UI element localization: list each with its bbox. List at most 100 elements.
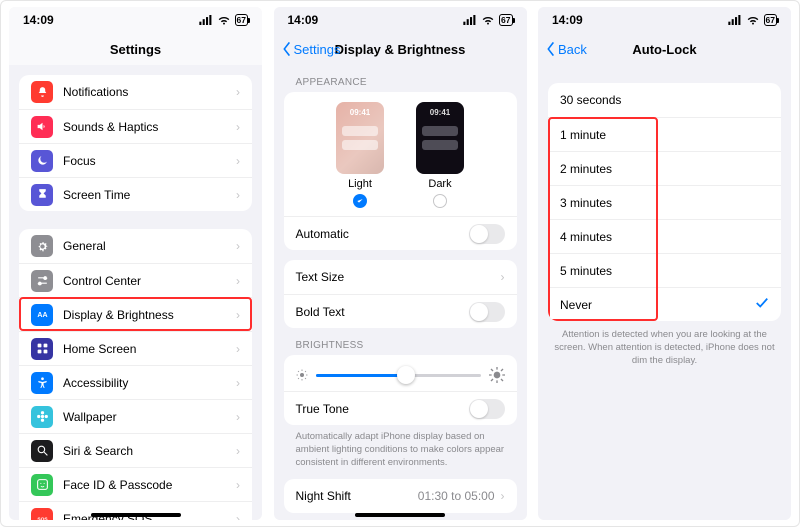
dark-label: Dark — [428, 178, 451, 190]
aa-icon: AA — [31, 304, 53, 326]
cellular-icon — [463, 15, 477, 25]
nav-bar: Back Auto-Lock — [538, 33, 791, 65]
appearance-dark[interactable]: 09:41 Dark — [416, 102, 464, 208]
option-label: 5 minutes — [560, 264, 612, 278]
row-label: Home Screen — [63, 342, 136, 356]
night-shift-row[interactable]: Night Shift 01:30 to 05:00 › — [284, 479, 517, 513]
chevron-right-icon: › — [501, 489, 505, 503]
wifi-icon — [746, 15, 760, 25]
chevron-right-icon: › — [236, 274, 240, 288]
option-label: 30 seconds — [560, 93, 621, 107]
access-icon — [31, 372, 53, 394]
search-icon — [31, 440, 53, 462]
brightness-slider[interactable] — [316, 365, 481, 385]
chevron-left-icon — [282, 42, 292, 56]
page-title: Settings — [110, 42, 161, 57]
settings-row-accessibility[interactable]: Accessibility› — [19, 365, 252, 399]
gear-icon — [31, 235, 53, 257]
status-bar: 14:09 67 — [9, 7, 262, 33]
switches-icon — [31, 270, 53, 292]
back-button[interactable]: Settings — [282, 33, 341, 65]
settings-row-control-center[interactable]: Control Center › — [19, 263, 252, 297]
light-preview: 09:41 — [336, 102, 384, 174]
flower-icon — [31, 406, 53, 428]
chevron-right-icon: › — [236, 342, 240, 356]
checkmark-icon — [353, 194, 367, 208]
autolock-option[interactable]: 3 minutes — [548, 185, 781, 219]
chevron-right-icon: › — [236, 444, 240, 458]
chevron-right-icon: › — [236, 239, 240, 253]
settings-row-siri-search[interactable]: Siri & Search› — [19, 433, 252, 467]
brightness-header: BRIGHTNESS — [274, 328, 527, 355]
bold-toggle[interactable] — [469, 302, 505, 322]
night-shift-value: 01:30 to 05:00 — [418, 489, 495, 503]
brightness-group: True Tone — [284, 355, 517, 425]
settings-row-face-id-passcode[interactable]: Face ID & Passcode› — [19, 467, 252, 501]
svg-text:AA: AA — [37, 312, 47, 319]
text-size-row[interactable]: Text Size › — [284, 260, 517, 294]
back-label: Back — [558, 42, 587, 57]
autolock-option[interactable]: 5 minutes — [548, 253, 781, 287]
display-body: APPEARANCE 09:41 Light 09:41 — [274, 65, 527, 520]
night-shift-group: Night Shift 01:30 to 05:00 › — [284, 479, 517, 513]
status-time: 14:09 — [288, 13, 319, 27]
autolock-option[interactable]: 1 minute — [548, 117, 781, 151]
automatic-row[interactable]: Automatic — [284, 216, 517, 250]
chevron-right-icon: › — [236, 512, 240, 521]
automatic-toggle[interactable] — [469, 224, 505, 244]
autolock-option[interactable]: 4 minutes — [548, 219, 781, 253]
row-label: Control Center — [63, 274, 141, 288]
phone-auto-lock: 14:09 67 Back Auto-Lock 30 seconds1 minu… — [538, 7, 791, 520]
settings-row-screen-time[interactable]: Screen Time › — [19, 177, 252, 211]
settings-row-emergency-sos[interactable]: SOSEmergency SOS› — [19, 501, 252, 520]
page-title: Display & Brightness — [335, 42, 466, 57]
settings-row-wallpaper[interactable]: Wallpaper› — [19, 399, 252, 433]
row-label: Wallpaper — [63, 410, 117, 424]
chevron-right-icon: › — [236, 188, 240, 202]
dark-preview: 09:41 — [416, 102, 464, 174]
row-label: Screen Time — [63, 188, 130, 202]
appearance-group: 09:41 Light 09:41 Dark — [284, 92, 517, 250]
autolock-option[interactable]: 30 seconds — [548, 83, 781, 117]
row-label: Display & Brightness — [63, 308, 174, 322]
home-indicator — [91, 513, 181, 517]
appearance-light[interactable]: 09:41 Light — [336, 102, 384, 208]
settings-row-general[interactable]: General› — [19, 229, 252, 263]
battery-icon: 67 — [235, 14, 248, 26]
autolock-options: 30 seconds 1 minute 2 minutes 3 minutes 4 mi… — [548, 83, 781, 321]
bold-text-row[interactable]: Bold Text — [284, 294, 517, 328]
chevron-right-icon: › — [236, 308, 240, 322]
checkmark-icon — [755, 296, 769, 313]
wifi-icon — [217, 15, 231, 25]
back-button[interactable]: Back — [546, 33, 587, 65]
option-label: 2 minutes — [560, 162, 612, 176]
true-tone-row[interactable]: True Tone — [284, 391, 517, 425]
text-group: Text Size › Bold Text — [284, 260, 517, 328]
settings-row-sounds-haptics[interactable]: Sounds & Haptics› — [19, 109, 252, 143]
autolock-option[interactable]: Never — [548, 287, 781, 321]
settings-row-display-brightness[interactable]: AA Display & Brightness › — [19, 297, 252, 331]
battery-icon: 67 — [499, 14, 512, 26]
hourglass-icon — [31, 184, 53, 206]
settings-row-home-screen[interactable]: Home Screen › — [19, 331, 252, 365]
nav-bar: Settings — [9, 33, 262, 65]
status-icons: 67 — [199, 14, 248, 26]
option-label: 4 minutes — [560, 230, 612, 244]
chevron-left-icon — [546, 42, 556, 56]
status-icons: 67 — [728, 14, 777, 26]
settings-row-notifications[interactable]: Notifications› — [19, 75, 252, 109]
svg-text:SOS: SOS — [37, 517, 48, 520]
radio-off-icon — [433, 194, 447, 208]
true-tone-note: Automatically adapt iPhone display based… — [274, 425, 527, 469]
autolock-option[interactable]: 2 minutes — [548, 151, 781, 185]
settings-row-focus[interactable]: Focus› — [19, 143, 252, 177]
option-label: 1 minute — [560, 128, 606, 142]
sos-icon: SOS — [31, 508, 53, 521]
phone-display-brightness: 14:09 67 Settings Display & Brightness A… — [274, 7, 527, 520]
appearance-picker: 09:41 Light 09:41 Dark — [284, 92, 517, 216]
back-label: Settings — [294, 42, 341, 57]
chevron-right-icon: › — [236, 376, 240, 390]
sun-large-icon — [489, 367, 505, 383]
autolock-body: 30 seconds 1 minute 2 minutes 3 minutes 4 mi… — [538, 65, 791, 520]
true-tone-toggle[interactable] — [469, 399, 505, 419]
